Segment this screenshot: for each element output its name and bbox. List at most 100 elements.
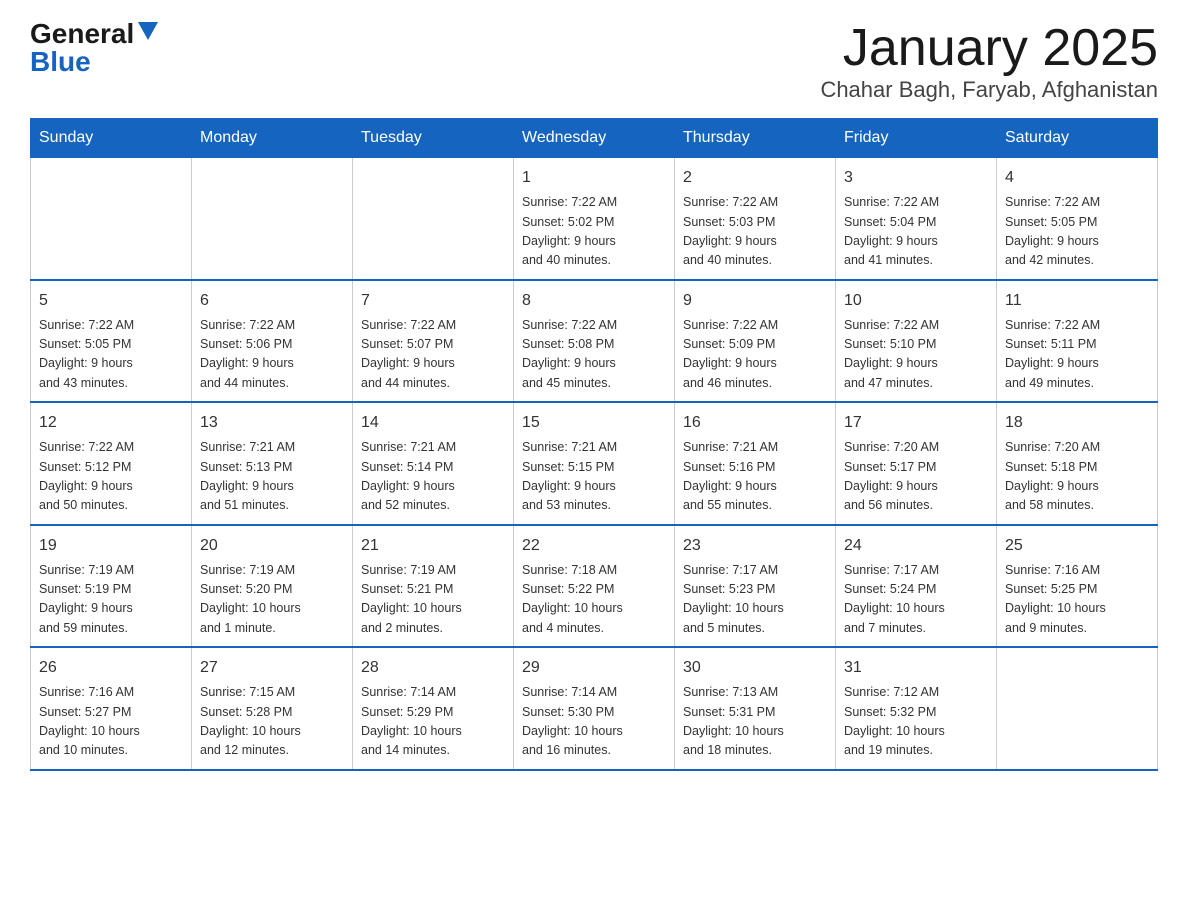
header-thursday: Thursday [675, 119, 836, 158]
day-info: Sunrise: 7:21 AM Sunset: 5:16 PM Dayligh… [683, 438, 827, 516]
day-number: 12 [39, 411, 183, 435]
day-number: 24 [844, 534, 988, 558]
day-number: 21 [361, 534, 505, 558]
weekday-header-row: Sunday Monday Tuesday Wednesday Thursday… [31, 119, 1158, 158]
calendar-cell: 21 Sunrise: 7:19 AM Sunset: 5:21 PM Dayli… [353, 525, 514, 648]
calendar-week-row: 19 Sunrise: 7:19 AM Sunset: 5:19 PM Dayli… [31, 525, 1158, 648]
calendar-cell [31, 158, 192, 280]
calendar-cell: 31 Sunrise: 7:12 AM Sunset: 5:32 PM Dayli… [836, 647, 997, 770]
day-number: 19 [39, 534, 183, 558]
day-number: 30 [683, 656, 827, 680]
logo: General Blue [30, 20, 158, 76]
header-friday: Friday [836, 119, 997, 158]
day-number: 5 [39, 289, 183, 313]
calendar-cell: 13Sunrise: 7:21 AM Sunset: 5:13 PM Dayli… [192, 402, 353, 525]
day-number: 9 [683, 289, 827, 313]
day-info: Sunrise: 7:14 AM Sunset: 5:30 PM Dayligh… [522, 683, 666, 761]
header-sunday: Sunday [31, 119, 192, 158]
day-number: 17 [844, 411, 988, 435]
calendar-cell: 27Sunrise: 7:15 AM Sunset: 5:28 PM Dayli… [192, 647, 353, 770]
calendar-cell: 7 Sunrise: 7:22 AM Sunset: 5:07 PM Daylig… [353, 280, 514, 403]
day-number: 3 [844, 166, 988, 190]
calendar-cell: 18 Sunrise: 7:20 AM Sunset: 5:18 PM Dayli… [997, 402, 1158, 525]
day-number: 26 [39, 656, 183, 680]
calendar-cell: 12 Sunrise: 7:22 AM Sunset: 5:12 PM Dayli… [31, 402, 192, 525]
calendar-cell: 17Sunrise: 7:20 AM Sunset: 5:17 PM Dayli… [836, 402, 997, 525]
header-saturday: Saturday [997, 119, 1158, 158]
day-number: 29 [522, 656, 666, 680]
day-number: 11 [1005, 289, 1149, 313]
calendar-week-row: 5 Sunrise: 7:22 AM Sunset: 5:05 PM Daylig… [31, 280, 1158, 403]
day-info: Sunrise: 7:18 AM Sunset: 5:22 PM Dayligh… [522, 561, 666, 639]
calendar-cell: 15 Sunrise: 7:21 AM Sunset: 5:15 PM Dayli… [514, 402, 675, 525]
day-number: 15 [522, 411, 666, 435]
day-info: Sunrise: 7:22 AM Sunset: 5:06 PM Dayligh… [200, 316, 344, 394]
calendar-cell [192, 158, 353, 280]
day-info: Sunrise: 7:16 AM Sunset: 5:25 PM Dayligh… [1005, 561, 1149, 639]
page-header: General Blue January 2025 Chahar Bagh, F… [30, 20, 1158, 103]
calendar-week-row: 12 Sunrise: 7:22 AM Sunset: 5:12 PM Dayli… [31, 402, 1158, 525]
day-number: 6 [200, 289, 344, 313]
day-info: Sunrise: 7:17 AM Sunset: 5:23 PM Dayligh… [683, 561, 827, 639]
calendar-cell: 19 Sunrise: 7:19 AM Sunset: 5:19 PM Dayli… [31, 525, 192, 648]
calendar-cell [353, 158, 514, 280]
day-info: Sunrise: 7:20 AM Sunset: 5:18 PM Dayligh… [1005, 438, 1149, 516]
title-section: January 2025 Chahar Bagh, Faryab, Afghan… [820, 20, 1158, 103]
day-info: Sunrise: 7:14 AM Sunset: 5:29 PM Dayligh… [361, 683, 505, 761]
calendar-week-row: 26Sunrise: 7:16 AM Sunset: 5:27 PM Dayli… [31, 647, 1158, 770]
calendar-cell: 14Sunrise: 7:21 AM Sunset: 5:14 PM Dayli… [353, 402, 514, 525]
header-tuesday: Tuesday [353, 119, 514, 158]
calendar-cell: 22 Sunrise: 7:18 AM Sunset: 5:22 PM Dayli… [514, 525, 675, 648]
day-info: Sunrise: 7:17 AM Sunset: 5:24 PM Dayligh… [844, 561, 988, 639]
calendar-cell: 10 Sunrise: 7:22 AM Sunset: 5:10 PM Dayli… [836, 280, 997, 403]
calendar-cell: 24 Sunrise: 7:17 AM Sunset: 5:24 PM Dayli… [836, 525, 997, 648]
day-number: 27 [200, 656, 344, 680]
calendar-header: Sunday Monday Tuesday Wednesday Thursday… [31, 119, 1158, 158]
day-number: 20 [200, 534, 344, 558]
day-number: 10 [844, 289, 988, 313]
day-info: Sunrise: 7:22 AM Sunset: 5:05 PM Dayligh… [39, 316, 183, 394]
day-number: 1 [522, 166, 666, 190]
day-number: 28 [361, 656, 505, 680]
day-number: 7 [361, 289, 505, 313]
day-info: Sunrise: 7:22 AM Sunset: 5:07 PM Dayligh… [361, 316, 505, 394]
calendar-week-row: 1 Sunrise: 7:22 AM Sunset: 5:02 PM Daylig… [31, 158, 1158, 280]
day-number: 14 [361, 411, 505, 435]
calendar-cell: 5 Sunrise: 7:22 AM Sunset: 5:05 PM Daylig… [31, 280, 192, 403]
day-info: Sunrise: 7:22 AM Sunset: 5:04 PM Dayligh… [844, 193, 988, 271]
day-info: Sunrise: 7:12 AM Sunset: 5:32 PM Dayligh… [844, 683, 988, 761]
day-info: Sunrise: 7:19 AM Sunset: 5:19 PM Dayligh… [39, 561, 183, 639]
calendar-cell: 2Sunrise: 7:22 AM Sunset: 5:03 PM Daylig… [675, 158, 836, 280]
calendar-subtitle: Chahar Bagh, Faryab, Afghanistan [820, 77, 1158, 103]
day-info: Sunrise: 7:22 AM Sunset: 5:12 PM Dayligh… [39, 438, 183, 516]
day-info: Sunrise: 7:22 AM Sunset: 5:03 PM Dayligh… [683, 193, 827, 271]
day-info: Sunrise: 7:22 AM Sunset: 5:08 PM Dayligh… [522, 316, 666, 394]
day-number: 22 [522, 534, 666, 558]
day-number: 31 [844, 656, 988, 680]
day-info: Sunrise: 7:22 AM Sunset: 5:10 PM Dayligh… [844, 316, 988, 394]
day-info: Sunrise: 7:19 AM Sunset: 5:21 PM Dayligh… [361, 561, 505, 639]
day-number: 16 [683, 411, 827, 435]
header-monday: Monday [192, 119, 353, 158]
calendar-cell: 3 Sunrise: 7:22 AM Sunset: 5:04 PM Daylig… [836, 158, 997, 280]
day-info: Sunrise: 7:13 AM Sunset: 5:31 PM Dayligh… [683, 683, 827, 761]
calendar-cell: 20 Sunrise: 7:19 AM Sunset: 5:20 PM Dayli… [192, 525, 353, 648]
logo-blue: Blue [30, 46, 91, 77]
day-info: Sunrise: 7:19 AM Sunset: 5:20 PM Dayligh… [200, 561, 344, 639]
calendar-cell: 6 Sunrise: 7:22 AM Sunset: 5:06 PM Daylig… [192, 280, 353, 403]
day-number: 18 [1005, 411, 1149, 435]
calendar-cell: 4Sunrise: 7:22 AM Sunset: 5:05 PM Daylig… [997, 158, 1158, 280]
day-number: 23 [683, 534, 827, 558]
calendar-table: Sunday Monday Tuesday Wednesday Thursday… [30, 118, 1158, 771]
calendar-cell: 1 Sunrise: 7:22 AM Sunset: 5:02 PM Daylig… [514, 158, 675, 280]
day-info: Sunrise: 7:22 AM Sunset: 5:02 PM Dayligh… [522, 193, 666, 271]
calendar-cell: 16 Sunrise: 7:21 AM Sunset: 5:16 PM Dayli… [675, 402, 836, 525]
calendar-cell: 23 Sunrise: 7:17 AM Sunset: 5:23 PM Dayli… [675, 525, 836, 648]
calendar-cell: 26Sunrise: 7:16 AM Sunset: 5:27 PM Dayli… [31, 647, 192, 770]
calendar-cell [997, 647, 1158, 770]
day-number: 4 [1005, 166, 1149, 190]
day-info: Sunrise: 7:21 AM Sunset: 5:15 PM Dayligh… [522, 438, 666, 516]
calendar-cell: 30 Sunrise: 7:13 AM Sunset: 5:31 PM Dayli… [675, 647, 836, 770]
logo-general: General [30, 20, 134, 48]
calendar-cell: 25Sunrise: 7:16 AM Sunset: 5:25 PM Dayli… [997, 525, 1158, 648]
